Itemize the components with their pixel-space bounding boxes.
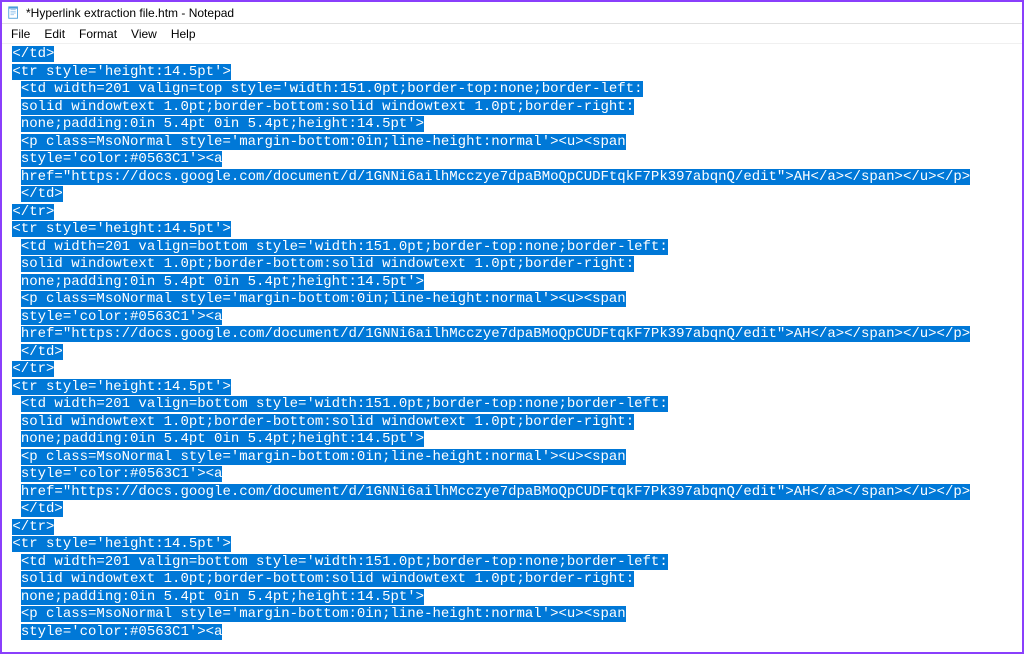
window-title: *Hyperlink extraction file.htm - Notepad — [26, 6, 234, 20]
editor-line[interactable]: none;padding:0in 5.4pt 0in 5.4pt;height:… — [4, 431, 1020, 449]
menu-edit[interactable]: Edit — [37, 25, 72, 43]
editor-line[interactable]: href="https://docs.google.com/document/d… — [4, 484, 1020, 502]
editor-line[interactable]: </td> — [4, 344, 1020, 362]
editor-line[interactable]: </tr> — [4, 361, 1020, 379]
menubar: File Edit Format View Help — [2, 24, 1022, 44]
menu-format[interactable]: Format — [72, 25, 124, 43]
editor-line[interactable]: <p class=MsoNormal style='margin-bottom:… — [4, 606, 1020, 624]
editor-line[interactable]: </tr> — [4, 519, 1020, 537]
editor-line[interactable]: <td width=201 valign=bottom style='width… — [4, 239, 1020, 257]
editor-line[interactable]: none;padding:0in 5.4pt 0in 5.4pt;height:… — [4, 589, 1020, 607]
menu-file[interactable]: File — [4, 25, 37, 43]
notepad-icon — [6, 5, 22, 21]
editor-line[interactable]: none;padding:0in 5.4pt 0in 5.4pt;height:… — [4, 116, 1020, 134]
editor-line[interactable]: solid windowtext 1.0pt;border-bottom:sol… — [4, 256, 1020, 274]
editor-line[interactable]: <tr style='height:14.5pt'> — [4, 221, 1020, 239]
editor-line[interactable]: solid windowtext 1.0pt;border-bottom:sol… — [4, 571, 1020, 589]
editor-line[interactable]: <p class=MsoNormal style='margin-bottom:… — [4, 291, 1020, 309]
editor-line[interactable]: href="https://docs.google.com/document/d… — [4, 169, 1020, 187]
editor-line[interactable]: <tr style='height:14.5pt'> — [4, 64, 1020, 82]
editor-line[interactable]: <tr style='height:14.5pt'> — [4, 536, 1020, 554]
editor-line[interactable]: <td width=201 valign=bottom style='width… — [4, 396, 1020, 414]
editor-line[interactable]: solid windowtext 1.0pt;border-bottom:sol… — [4, 414, 1020, 432]
editor-line[interactable]: style='color:#0563C1'><a — [4, 151, 1020, 169]
editor-line[interactable]: </tr> — [4, 204, 1020, 222]
editor-line[interactable]: solid windowtext 1.0pt;border-bottom:sol… — [4, 99, 1020, 117]
editor-line[interactable]: style='color:#0563C1'><a — [4, 624, 1020, 642]
editor-line[interactable]: href="https://docs.google.com/document/d… — [4, 326, 1020, 344]
text-editor[interactable]: </td> <tr style='height:14.5pt'> <td wid… — [2, 44, 1022, 652]
editor-line[interactable]: <tr style='height:14.5pt'> — [4, 379, 1020, 397]
editor-line[interactable]: </td> — [4, 186, 1020, 204]
editor-line[interactable]: <td width=201 valign=bottom style='width… — [4, 554, 1020, 572]
editor-line[interactable]: <p class=MsoNormal style='margin-bottom:… — [4, 134, 1020, 152]
editor-line[interactable]: none;padding:0in 5.4pt 0in 5.4pt;height:… — [4, 274, 1020, 292]
menu-help[interactable]: Help — [164, 25, 203, 43]
editor-line[interactable]: style='color:#0563C1'><a — [4, 309, 1020, 327]
editor-line[interactable]: </td> — [4, 501, 1020, 519]
titlebar: *Hyperlink extraction file.htm - Notepad — [2, 2, 1022, 24]
menu-view[interactable]: View — [124, 25, 164, 43]
editor-line[interactable]: </td> — [4, 46, 1020, 64]
editor-line[interactable]: style='color:#0563C1'><a — [4, 466, 1020, 484]
editor-line[interactable]: <p class=MsoNormal style='margin-bottom:… — [4, 449, 1020, 467]
editor-line[interactable]: <td width=201 valign=top style='width:15… — [4, 81, 1020, 99]
